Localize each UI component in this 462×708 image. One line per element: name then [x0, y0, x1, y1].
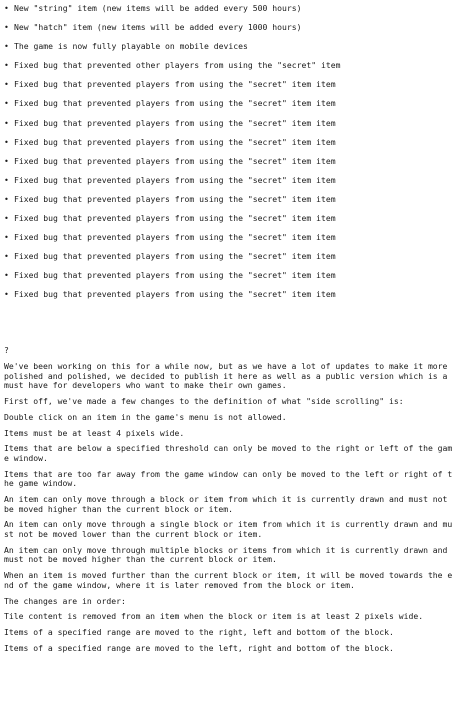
changelog-item: • New "string" item (new items will be ad…	[4, 1, 460, 20]
changelog-item-text: New "string" item (new items will be add…	[14, 3, 302, 13]
changelog-item-text: The game is now fully playable on mobile…	[14, 41, 248, 52]
changelog-item-text: Fixed bug that prevented players from us…	[14, 117, 336, 128]
changelog-list: • New "string" item (new items will be ad…	[4, 1, 460, 307]
changelog-item-text: Fixed bug that prevented players from us…	[14, 79, 336, 90]
article-paragraph: An item can only move through a block or…	[4, 494, 448, 514]
changelog-item: • New "hatch" item (new items will be add…	[4, 20, 460, 39]
separator-question-mark: ?	[4, 345, 9, 355]
changelog-item-text: Fixed bug that prevented players from us…	[14, 98, 336, 109]
article-paragraph: An item can only move through a single b…	[4, 519, 453, 540]
bullet-icon: •	[4, 270, 9, 281]
article-paragraph: Double click on an item in the game's me…	[4, 411, 287, 422]
article-paragraph: When an item is moved further than the c…	[4, 570, 453, 590]
article-paragraph: Tile content is removed from an item whe…	[4, 611, 424, 622]
bullet-icon: •	[4, 251, 9, 262]
article-paragraph: The changes are in order:	[4, 595, 126, 606]
changelog-item: • Fixed bug that prevented players from u…	[4, 116, 460, 135]
changelog-item: • Fixed bug that prevented players from u…	[4, 249, 460, 268]
bullet-icon: •	[4, 193, 9, 204]
changelog-item-text: New "hatch" item (new items will be adde…	[14, 22, 302, 33]
bullet-icon: •	[4, 79, 9, 90]
changelog-item-text: Fixed bug that prevented players from us…	[14, 193, 336, 204]
article-paragraph: First off, we've made a few changes to t…	[4, 395, 404, 406]
bullet-icon: •	[4, 174, 9, 185]
bullet-icon: •	[4, 155, 9, 166]
changelog-item: • Fixed bug that prevented players from u…	[4, 192, 460, 211]
bullet-icon: •	[4, 22, 9, 33]
changelog-item: • Fixed bug that prevented players from u…	[4, 287, 460, 306]
article-paragraph: Items of a specified range are moved to …	[4, 642, 394, 653]
changelog-item-text: Fixed bug that prevented players from us…	[14, 270, 336, 281]
article-paragraph: We've been working on this for a while n…	[4, 361, 448, 391]
changelog-item: • Fixed bug that prevented players from u…	[4, 135, 460, 154]
article-paragraph: Items that are below a specified thresho…	[4, 443, 453, 463]
article-body: We've been working on this for a while n…	[4, 361, 456, 660]
article-paragraph: Items must be at least 4 pixels wide.	[4, 427, 185, 438]
changelog-item: • The game is now fully playable on mobil…	[4, 39, 460, 58]
article-paragraph: Items of a specified range are moved to …	[4, 627, 394, 638]
bullet-icon: •	[4, 117, 9, 128]
article-paragraph: Items that are too far away from the gam…	[4, 468, 453, 489]
changelog-item-text: Fixed bug that prevented players from us…	[14, 155, 336, 166]
changelog-item-text: Fixed bug that prevented players from us…	[14, 232, 336, 243]
bullet-icon: •	[4, 41, 9, 52]
changelog-item: • Fixed bug that prevented other players …	[4, 58, 460, 77]
bullet-icon: •	[4, 60, 9, 71]
changelog-page: • New "string" item (new items will be ad…	[0, 0, 462, 708]
changelog-item-text: Fixed bug that prevented players from us…	[14, 289, 336, 300]
bullet-icon: •	[4, 232, 9, 243]
bullet-icon: •	[4, 136, 9, 147]
changelog-item: • Fixed bug that prevented players from u…	[4, 173, 460, 192]
changelog-item: • Fixed bug that prevented players from u…	[4, 96, 460, 115]
changelog-item: • Fixed bug that prevented players from u…	[4, 77, 460, 96]
changelog-item: • Fixed bug that prevented players from u…	[4, 154, 460, 173]
changelog-item-text: Fixed bug that prevented players from us…	[14, 136, 336, 147]
changelog-item-text: Fixed bug that prevented other players f…	[14, 60, 341, 71]
bullet-icon: •	[4, 213, 9, 224]
bullet-icon: •	[4, 98, 9, 109]
changelog-item: • Fixed bug that prevented players from u…	[4, 230, 460, 249]
article-paragraph: An item can only move through multiple b…	[4, 544, 448, 565]
changelog-item-text: Fixed bug that prevented players from us…	[14, 251, 336, 262]
bullet-icon: •	[4, 3, 9, 13]
changelog-item-text: Fixed bug that prevented players from us…	[14, 174, 336, 185]
bullet-icon: •	[4, 289, 9, 300]
changelog-item: • Fixed bug that prevented players from u…	[4, 211, 460, 230]
changelog-item-text: Fixed bug that prevented players from us…	[14, 213, 336, 224]
changelog-item: • Fixed bug that prevented players from u…	[4, 268, 460, 287]
